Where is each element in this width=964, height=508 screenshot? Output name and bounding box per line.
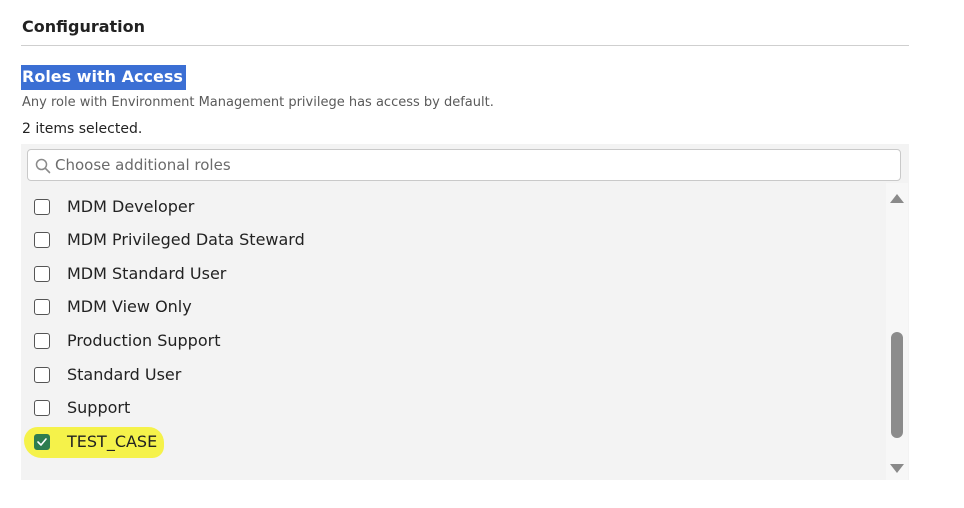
role-list-item[interactable]: MDM Standard User (21, 259, 886, 293)
role-checkbox[interactable] (34, 400, 50, 417)
role-list-item[interactable]: MDM View Only (21, 292, 886, 326)
scroll-up-icon[interactable] (890, 194, 904, 203)
roles-list-inner: MDM Data Steward MDM Developer MDM Privile… (21, 183, 886, 460)
role-checkbox[interactable] (34, 232, 50, 249)
roles-help-text: Any role with Environment Management pri… (22, 95, 494, 110)
search-box[interactable] (27, 149, 901, 181)
role-label: Production Support (67, 330, 221, 350)
role-checkbox[interactable] (34, 265, 50, 282)
role-label: MDM Standard User (67, 263, 227, 283)
selected-count: 2 items selected. (22, 121, 143, 137)
role-list-item[interactable]: MDM Privileged Data Steward (21, 225, 886, 259)
role-checkbox[interactable] (34, 198, 50, 215)
role-list-item[interactable]: TEST_CASE (21, 426, 886, 461)
role-label: TEST_CASE (67, 431, 158, 451)
role-checkbox[interactable] (34, 332, 50, 349)
role-label: Standard User (67, 364, 182, 384)
scrollbar-thumb[interactable] (891, 332, 903, 438)
role-list-item[interactable]: MDM Data Steward (21, 183, 886, 192)
role-checkbox[interactable] (34, 299, 50, 316)
role-list-item[interactable]: Production Support (21, 326, 886, 360)
section-title: Configuration (22, 17, 146, 36)
role-checkbox[interactable] (34, 366, 50, 383)
search-input[interactable] (55, 150, 885, 180)
role-checkbox[interactable] (34, 433, 50, 450)
role-list-item[interactable]: Standard User (21, 360, 886, 394)
role-list-item[interactable]: Support (21, 393, 886, 427)
roles-list[interactable]: MDM Data Steward MDM Developer MDM Privile… (21, 183, 886, 480)
roles-heading: Roles with Access (21, 65, 186, 90)
role-label: MDM Developer (67, 196, 195, 216)
role-list-item[interactable]: MDM Developer (21, 192, 886, 226)
section-divider (21, 45, 909, 46)
scroll-down-icon[interactable] (890, 464, 904, 473)
role-label: MDM View Only (67, 297, 192, 317)
role-label: MDM Privileged Data Steward (67, 230, 305, 250)
search-icon (35, 158, 51, 174)
role-label: Support (67, 398, 131, 418)
